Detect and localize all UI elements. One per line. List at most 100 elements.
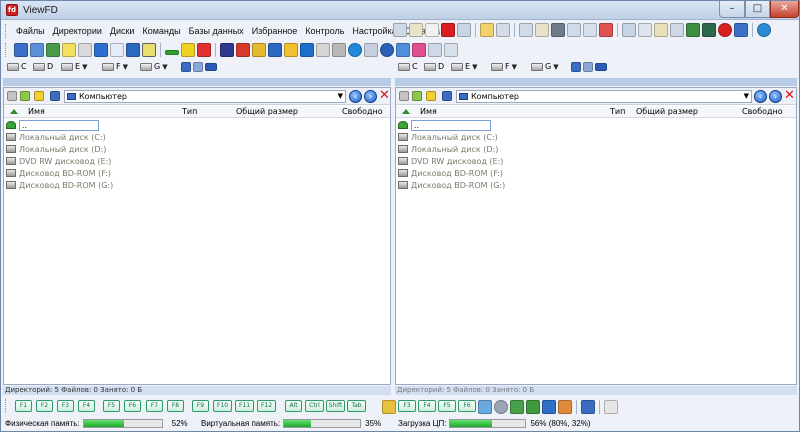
left-path-field[interactable]: Компьютер ▼ <box>64 90 346 103</box>
move-f5-button[interactable]: F5 <box>438 400 456 412</box>
column-size[interactable]: Общий размер <box>636 107 698 116</box>
column-type[interactable]: Тип <box>182 107 197 116</box>
chevron-down-icon[interactable]: ▼ <box>744 91 749 102</box>
db-yellow-icon[interactable] <box>252 43 266 57</box>
drive-g-button[interactable]: G ▼ <box>140 62 168 71</box>
image-view-icon[interactable] <box>46 43 60 57</box>
ie-icon[interactable] <box>348 43 362 57</box>
view-brief-icon[interactable] <box>14 43 28 57</box>
maximize-button[interactable]: □ <box>745 1 770 18</box>
books-icon[interactable] <box>686 23 700 37</box>
drive-c-button[interactable]: C <box>7 62 27 71</box>
right-file-panel[interactable]: Компьютер ▼ ‹ › ✕ Имя Тип Общий размер С… <box>395 87 797 385</box>
page-icon[interactable] <box>604 400 618 414</box>
binary-view-icon[interactable] <box>110 43 124 57</box>
play-icon[interactable] <box>380 43 394 57</box>
forward-button[interactable]: › <box>364 90 377 103</box>
tab-button[interactable]: Tab <box>347 400 366 412</box>
close-icon[interactable]: ✕ <box>784 89 795 103</box>
move-f3-button[interactable]: F3 <box>398 400 416 412</box>
f1-button[interactable]: F1 <box>15 400 32 412</box>
screen-icon[interactable] <box>581 400 595 414</box>
chevron-down-icon[interactable]: ▼ <box>82 63 87 71</box>
bw-icon[interactable] <box>78 43 92 57</box>
chevron-down-icon[interactable]: ▼ <box>553 63 558 71</box>
folders-icon[interactable] <box>284 43 298 57</box>
bulb-icon[interactable] <box>62 43 76 57</box>
edit-icon[interactable] <box>670 23 684 37</box>
menu-databases[interactable]: Базы данных <box>185 26 248 36</box>
sync-icon[interactable] <box>364 43 378 57</box>
arrow-icon[interactable] <box>382 400 396 414</box>
task-icon[interactable] <box>638 23 652 37</box>
list-item[interactable]: Локальный диск (C:) <box>396 131 796 143</box>
eye-icon[interactable] <box>494 400 508 414</box>
asterisk-icon[interactable] <box>181 43 195 57</box>
view-full-icon[interactable] <box>30 43 44 57</box>
tool-icon[interactable] <box>519 23 533 37</box>
chevron-down-icon[interactable]: ▼ <box>162 63 167 71</box>
list-item[interactable]: Локальный диск (D:) <box>4 143 390 155</box>
list-item[interactable]: .. <box>4 119 390 131</box>
tool2-icon[interactable] <box>622 23 636 37</box>
network-drives-right[interactable] <box>571 62 607 72</box>
drive-icon[interactable] <box>7 91 17 101</box>
list-item[interactable]: DVD RW дисковод (E:) <box>4 155 390 167</box>
picture-icon[interactable] <box>510 400 524 414</box>
zip-icon[interactable] <box>535 23 549 37</box>
column-free[interactable]: Свободно <box>742 107 783 116</box>
db-red-icon[interactable] <box>236 43 250 57</box>
pen-icon[interactable] <box>542 400 556 414</box>
stack-icon[interactable] <box>702 23 716 37</box>
drive-f-button[interactable]: F ▼ <box>102 62 128 71</box>
f9-button[interactable]: F9 <box>192 400 209 412</box>
music-icon[interactable] <box>220 43 234 57</box>
drive-g-button-right[interactable]: G ▼ <box>531 62 559 71</box>
drive-d-button-right[interactable]: D <box>424 62 444 71</box>
star-icon[interactable] <box>34 91 44 101</box>
right-path-field[interactable]: Компьютер ▼ <box>456 90 752 103</box>
clipboard-icon[interactable] <box>444 43 458 57</box>
sort-ascending-icon[interactable] <box>402 109 410 114</box>
close-button[interactable]: ✕ <box>770 1 799 18</box>
f5-button[interactable]: F5 <box>103 400 120 412</box>
menu-disks[interactable]: Диски <box>106 26 139 36</box>
back-button[interactable]: ‹ <box>349 90 362 103</box>
calc-icon[interactable] <box>551 23 565 37</box>
pdf-icon[interactable] <box>599 23 613 37</box>
monitor-icon[interactable] <box>268 43 282 57</box>
menu-favorites[interactable]: Избранное <box>248 26 302 36</box>
list-item[interactable]: .. <box>396 119 796 131</box>
menu-directories[interactable]: Директории <box>49 26 106 36</box>
list-icon[interactable] <box>567 23 581 37</box>
sync-icon[interactable] <box>50 91 60 101</box>
search-view-icon[interactable] <box>142 43 156 57</box>
notes-icon[interactable] <box>496 23 510 37</box>
f11-button[interactable]: F11 <box>235 400 254 412</box>
close-icon[interactable]: ✕ <box>379 89 390 103</box>
document-icon[interactable] <box>425 23 439 37</box>
info-icon[interactable] <box>583 23 597 37</box>
shift-button[interactable]: Shift <box>326 400 345 412</box>
copy-icon[interactable] <box>393 23 407 37</box>
list-item[interactable]: DVD RW дисковод (E:) <box>396 155 796 167</box>
f3-button[interactable]: F3 <box>57 400 74 412</box>
window-icon[interactable] <box>300 43 314 57</box>
f10-button[interactable]: F10 <box>213 400 232 412</box>
sort-ascending-icon[interactable] <box>10 109 18 114</box>
hex-view-icon[interactable] <box>126 43 140 57</box>
drive-e-button-right[interactable]: E ▼ <box>451 62 477 71</box>
pencil-icon[interactable] <box>20 91 30 101</box>
column-type[interactable]: Тип <box>610 107 625 116</box>
list-item[interactable]: Локальный диск (C:) <box>4 131 390 143</box>
f2-button[interactable]: F2 <box>36 400 53 412</box>
drive-e-button[interactable]: E ▼ <box>61 62 87 71</box>
paste-icon[interactable] <box>409 23 423 37</box>
props-icon[interactable] <box>457 23 471 37</box>
alt-button[interactable]: Alt <box>285 400 302 412</box>
list-item[interactable]: Локальный диск (D:) <box>396 143 796 155</box>
menu-files[interactable]: Файлы <box>12 26 49 36</box>
sound-icon[interactable] <box>478 400 492 414</box>
list-item[interactable]: Дисковод BD-ROM (G:) <box>4 179 390 191</box>
move-f6-button[interactable]: F6 <box>458 400 476 412</box>
